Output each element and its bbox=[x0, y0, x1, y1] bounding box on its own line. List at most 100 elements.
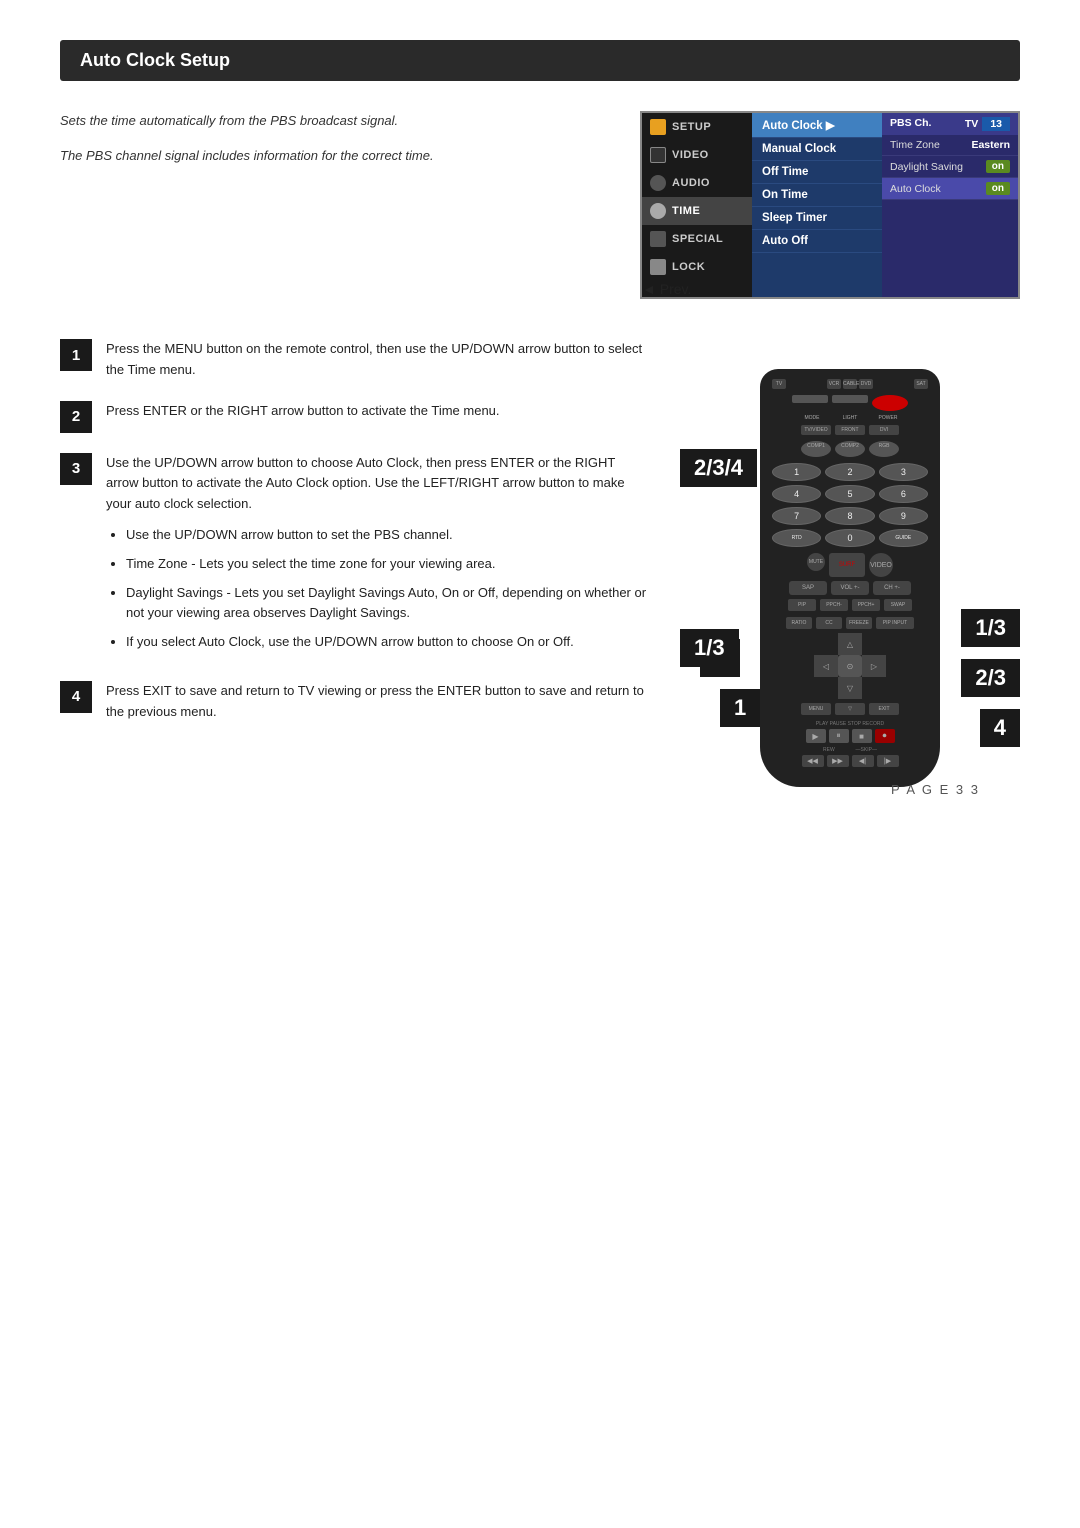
lock-icon bbox=[650, 259, 666, 275]
remote-illustration: 2/3/4 3 1 1/3 1/3 2/3 4 TV VCR CABLE bbox=[680, 369, 1020, 787]
mute-button: MUTE bbox=[807, 553, 825, 571]
step-3: 3 Use the UP/DOWN arrow button to choose… bbox=[60, 453, 650, 661]
callout-23: 2/3 bbox=[961, 659, 1020, 697]
skip-back-button: ◀| bbox=[852, 755, 874, 767]
step-1-text: Press the MENU button on the remote cont… bbox=[106, 339, 650, 381]
page-number: P A G E 3 3 bbox=[891, 782, 980, 797]
description-para1: Sets the time automatically from the PBS… bbox=[60, 111, 610, 132]
num-rtd: RTD bbox=[772, 529, 821, 547]
step-1: 1 Press the MENU button on the remote co… bbox=[60, 339, 650, 381]
special-icon bbox=[650, 231, 666, 247]
menu-item-lock: LOCK bbox=[642, 253, 752, 281]
ratio-button: RATIO bbox=[786, 617, 812, 629]
dpad: △ ◁ ⊙ ▷ ▽ bbox=[814, 633, 886, 699]
step-2-number: 2 bbox=[60, 401, 92, 433]
step-4: 4 Press EXIT to save and return to TV vi… bbox=[60, 681, 650, 723]
num-7: 7 bbox=[772, 507, 821, 525]
callout-13-bottom: 1/3 bbox=[680, 629, 739, 667]
mode-button bbox=[792, 395, 828, 403]
num-1: 1 bbox=[772, 463, 821, 481]
record-button: ⏺ bbox=[875, 729, 895, 743]
tv-menu-mockup: SETUP VIDEO AUDIO TIME bbox=[640, 111, 1020, 299]
mute-row: MUTE SURF VIDEO bbox=[772, 553, 928, 577]
pip-row: PIP PPCH- PPCH+ SWAP bbox=[772, 599, 928, 611]
tv-badge: TV 13 bbox=[965, 117, 1010, 131]
bullet-4: If you select Auto Clock, use the UP/DOW… bbox=[126, 632, 650, 653]
remote-source-row: TV VCR CABLE DVD SAT bbox=[772, 379, 928, 389]
num-guide: GUIDE bbox=[879, 529, 928, 547]
step-2-text: Press ENTER or the RIGHT arrow button to… bbox=[106, 401, 500, 422]
description-para2: The PBS channel signal includes informat… bbox=[60, 146, 610, 167]
sat-button: SAT bbox=[914, 379, 928, 389]
seek-row: ◀◀ ▶▶ ◀| |▶ bbox=[772, 755, 928, 767]
callout-4: 4 bbox=[980, 709, 1020, 747]
numpad: 1 2 3 4 5 6 7 8 9 RTD 0 GUIDE bbox=[772, 463, 928, 547]
menu-item-video: VIDEO bbox=[642, 141, 752, 169]
num-0: 0 bbox=[825, 529, 874, 547]
sap-button: SAP bbox=[789, 581, 827, 595]
ffwd-button: ▶▶ bbox=[827, 755, 849, 767]
menu-center-autooff: Auto Off bbox=[752, 230, 882, 253]
ppch-plus: PPCH+ bbox=[852, 599, 880, 611]
nav-row: MENU ▽ EXIT bbox=[772, 703, 928, 715]
autoclock-label: Auto Clock bbox=[890, 183, 941, 195]
surf-button: SURF bbox=[829, 553, 865, 577]
timezone-label: Time Zone bbox=[890, 139, 940, 151]
transport-label: PLAY PAUSE STOP RECORD bbox=[772, 721, 928, 727]
vcr-button: VCR bbox=[827, 379, 841, 389]
tv-button: TV bbox=[772, 379, 786, 389]
step-1-number: 1 bbox=[60, 339, 92, 371]
skip-fwd-button: |▶ bbox=[877, 755, 899, 767]
menu-item-setup: SETUP bbox=[642, 113, 752, 141]
num-5: 5 bbox=[825, 485, 874, 503]
comp1-button: COMP1 bbox=[801, 441, 831, 457]
cable-button: CABLE bbox=[843, 379, 857, 389]
bullet-2: Time Zone - Lets you select the time zon… bbox=[126, 554, 650, 575]
callout-234: 2/3/4 bbox=[680, 449, 757, 487]
front-button: FRONT bbox=[835, 425, 865, 435]
bullet-3: Daylight Savings - Lets you set Daylight… bbox=[126, 583, 650, 625]
daylightsaving-value: on bbox=[986, 160, 1010, 173]
num-9: 9 bbox=[879, 507, 928, 525]
video-icon bbox=[650, 147, 666, 163]
ppch-minus: PPCH- bbox=[820, 599, 848, 611]
time-icon bbox=[650, 203, 666, 219]
daylightsaving-row: Daylight Saving on bbox=[882, 156, 1018, 178]
comp-row: COMP1 COMP2 RGB bbox=[772, 441, 928, 457]
dvi-button: DVI bbox=[869, 425, 899, 435]
down-button: ▽ bbox=[835, 703, 865, 715]
setup-icon bbox=[650, 119, 666, 135]
rgb-button: RGB bbox=[869, 441, 899, 457]
menu-item-audio: AUDIO bbox=[642, 169, 752, 197]
menu-center-panel: Auto Clock ▶ Manual Clock Off Time On Ti… bbox=[752, 113, 882, 297]
swap-button: SWAP bbox=[884, 599, 912, 611]
mode-light-power-row bbox=[772, 395, 928, 411]
menu-item-special: SPECIAL bbox=[642, 225, 752, 253]
callout-1: 1 bbox=[720, 689, 760, 727]
section-title: Auto Clock Setup bbox=[60, 40, 1020, 81]
light-button bbox=[832, 395, 868, 403]
menu-button: MENU bbox=[801, 703, 831, 715]
step-2: 2 Press ENTER or the RIGHT arrow button … bbox=[60, 401, 650, 433]
num-3: 3 bbox=[879, 463, 928, 481]
video-btn: VIDEO bbox=[869, 553, 893, 577]
menu-right-header: PBS Ch. TV 13 bbox=[882, 113, 1018, 135]
bullet-1: Use the UP/DOWN arrow button to set the … bbox=[126, 525, 650, 546]
num-6: 6 bbox=[879, 485, 928, 503]
autoclock-row: Auto Clock on bbox=[882, 178, 1018, 200]
timezone-row: Time Zone Eastern bbox=[882, 135, 1018, 156]
prev-label: ◄ Prev. bbox=[642, 281, 752, 297]
menu-left-panel: SETUP VIDEO AUDIO TIME bbox=[642, 113, 752, 297]
power-button bbox=[872, 395, 908, 411]
num-8: 8 bbox=[825, 507, 874, 525]
timezone-value: Eastern bbox=[971, 139, 1010, 151]
transport-row: ▶ ⏸ ■ ⏺ bbox=[772, 729, 928, 743]
seek-label: REW —SKIP— bbox=[772, 747, 928, 753]
autoclock-value: on bbox=[986, 182, 1010, 195]
stop-button: ■ bbox=[852, 729, 872, 743]
daylightsaving-label: Daylight Saving bbox=[890, 161, 963, 173]
vol-button: VOL +- bbox=[831, 581, 869, 595]
step-4-number: 4 bbox=[60, 681, 92, 713]
pip-input-button: PIP INPUT bbox=[876, 617, 914, 629]
cc-button: CC bbox=[816, 617, 842, 629]
